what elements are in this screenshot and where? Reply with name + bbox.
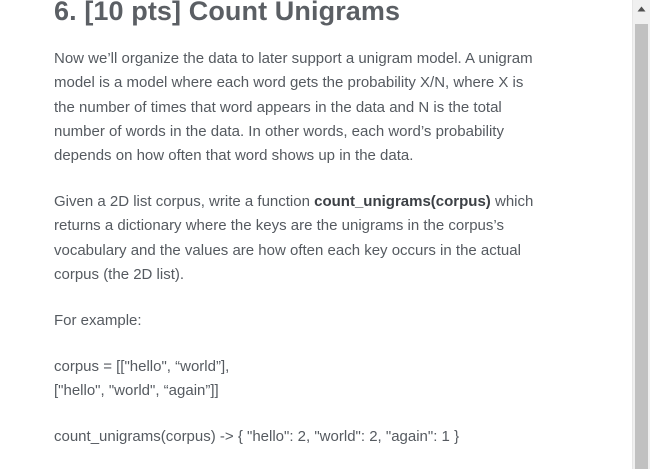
- example-corpus: corpus = [["hello", “world”], ["hello", …: [54, 355, 594, 404]
- question-content: 6. [10 pts] Count Unigrams Now we’ll org…: [0, 0, 632, 469]
- paragraph-line: returns a dictionary where the keys are …: [54, 217, 504, 235]
- paragraph-line: vocabulary and the values are how often …: [54, 241, 521, 259]
- example-label: For example:: [54, 312, 142, 329]
- description-paragraph: Now we’ll organize the data to later sup…: [54, 47, 594, 168]
- paragraph-line: Given a 2D list corpus, write a function…: [54, 190, 594, 214]
- paragraph-line: the number of times that word appears in…: [54, 98, 502, 116]
- task-paragraph: Given a 2D list corpus, write a function…: [54, 190, 594, 287]
- scroll-thumb[interactable]: [635, 24, 648, 469]
- paragraph-line: model is a model where each word gets th…: [54, 74, 524, 92]
- example-line: corpus = [["hello", “world”],: [54, 358, 230, 375]
- question-heading: 6. [10 pts] Count Unigrams: [54, 0, 401, 26]
- task-text-after: which: [490, 193, 534, 210]
- example-output: count_unigrams(corpus) -> { "hello": 2, …: [54, 425, 594, 449]
- paragraph-line: number of words in the data. In other wo…: [54, 122, 504, 140]
- paragraph-line: depends on how often that word shows up …: [54, 147, 414, 165]
- task-text-before: Given a 2D list corpus, write a function: [54, 193, 315, 210]
- paragraph-line: corpus (the 2D list).: [54, 265, 185, 283]
- paragraph-line: Now we’ll organize the data to later sup…: [54, 50, 533, 67]
- function-name: count_unigrams(corpus): [314, 193, 491, 210]
- vertical-scrollbar[interactable]: [632, 0, 650, 469]
- triangle-up-icon: [637, 6, 646, 11]
- example-line: ["hello", "world", “again”]]: [54, 382, 219, 400]
- example-line: count_unigrams(corpus) -> { "hello": 2, …: [54, 428, 460, 445]
- scroll-up-button[interactable]: [633, 0, 650, 17]
